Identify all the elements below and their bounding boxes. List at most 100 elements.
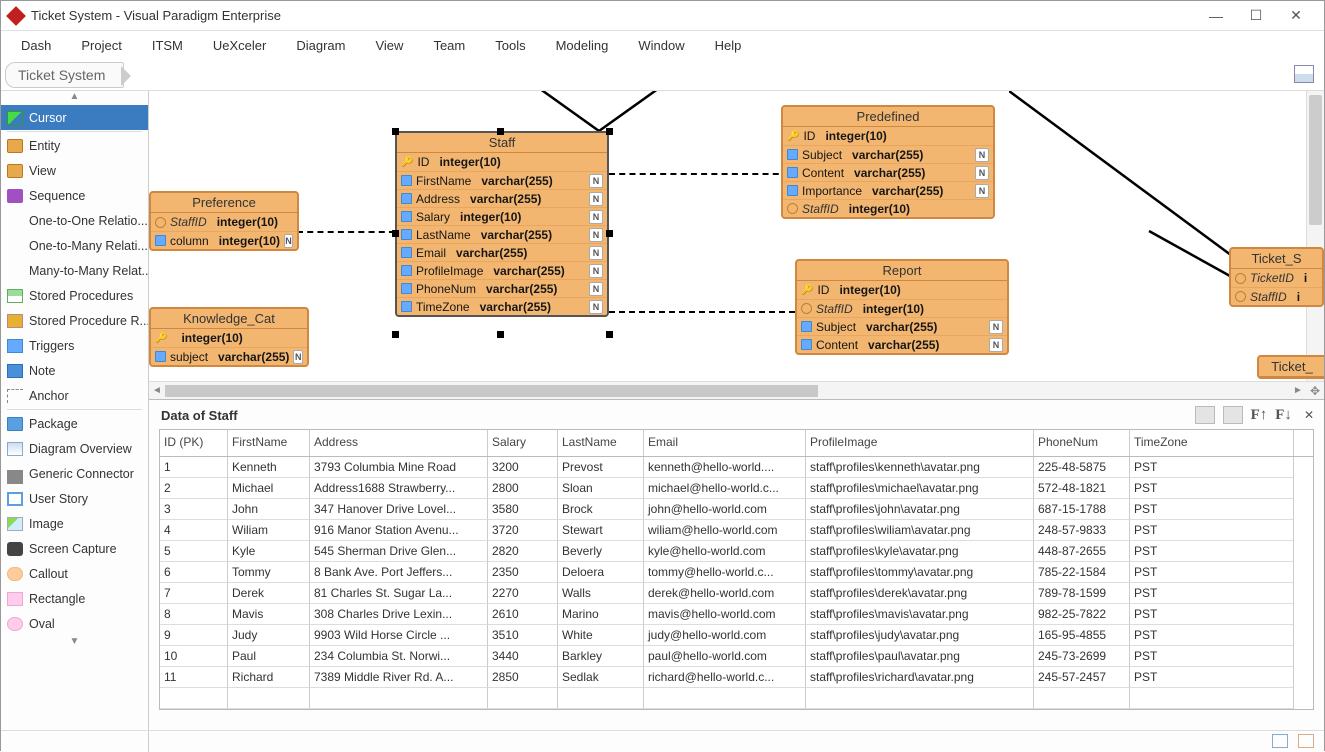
table-row[interactable]: 7Derek81 Charles St. Sugar La...2270Wall…	[160, 583, 1313, 604]
column-row[interactable]: LastNamevarchar(255)N	[397, 225, 607, 243]
panel-close-button[interactable]: ✕	[1304, 408, 1314, 422]
column-row[interactable]: TicketIDi	[1231, 269, 1322, 287]
tool-user-story[interactable]: User Story	[1, 486, 148, 511]
column-row[interactable]: Contentvarchar(255)N	[783, 163, 993, 181]
tool-stored-procedures[interactable]: Stored Procedures	[1, 283, 148, 308]
sort-asc-button[interactable]: F↑	[1251, 407, 1268, 424]
column-row[interactable]: 🔑integer(10)	[151, 329, 307, 347]
column-header-timezone[interactable]: TimeZone	[1130, 430, 1294, 456]
tool-note[interactable]: Note	[1, 358, 148, 383]
table-row[interactable]: 6Tommy8 Bank Ave. Port Jeffers...2350Del…	[160, 562, 1313, 583]
table-row[interactable]: 3John347 Hanover Drive Lovel...3580Brock…	[160, 499, 1313, 520]
column-header-profileimage[interactable]: ProfileImage	[806, 430, 1034, 456]
entity-ticket-s[interactable]: Ticket_S TicketIDiStaffIDi	[1229, 247, 1324, 307]
table-row[interactable]: 10Paul234 Columbia St. Norwi...3440Barkl…	[160, 646, 1313, 667]
column-row[interactable]: 🔑IDinteger(10)	[397, 153, 607, 171]
column-header-lastname[interactable]: LastName	[558, 430, 644, 456]
entity-staff[interactable]: Staff 🔑IDinteger(10)FirstNamevarchar(255…	[395, 131, 609, 317]
entity-ticket-partial[interactable]: Ticket_	[1257, 355, 1324, 379]
entity-knowledge-cat[interactable]: Knowledge_Cat 🔑integer(10)subjectvarchar…	[149, 307, 309, 367]
data-grid[interactable]: ID (PK)FirstNameAddressSalaryLastNameEma…	[159, 429, 1314, 710]
table-row[interactable]: 8Mavis308 Charles Drive Lexin...2610Mari…	[160, 604, 1313, 625]
table-row-empty[interactable]	[160, 688, 1313, 709]
column-row[interactable]: StaffIDinteger(10)	[783, 199, 993, 217]
column-row[interactable]: StaffIDinteger(10)	[151, 213, 297, 231]
column-row[interactable]: 🔑IDinteger(10)	[797, 281, 1007, 299]
horizontal-scrollbar[interactable]: ◄ ► ✥	[149, 381, 1324, 399]
column-row[interactable]: subjectvarchar(255)N	[151, 347, 307, 365]
table-row[interactable]: 9Judy9903 Wild Horse Circle ...3510White…	[160, 625, 1313, 646]
data-search-icon[interactable]	[1223, 406, 1243, 424]
entity-preference[interactable]: Preference StaffIDinteger(10)columninteg…	[149, 191, 299, 251]
diagram-canvas[interactable]: Preference StaffIDinteger(10)columninteg…	[149, 91, 1324, 381]
column-row[interactable]: Importancevarchar(255)N	[783, 181, 993, 199]
column-row[interactable]: PhoneNumvarchar(255)N	[397, 279, 607, 297]
menu-diagram[interactable]: Diagram	[296, 38, 345, 53]
table-row[interactable]: 2MichaelAddress1688 Strawberry...2800Slo…	[160, 478, 1313, 499]
column-header-phonenum[interactable]: PhoneNum	[1034, 430, 1130, 456]
doc-icon[interactable]	[1298, 734, 1314, 748]
column-row[interactable]: Salaryinteger(10)N	[397, 207, 607, 225]
tool-screen-capture[interactable]: Screen Capture	[1, 536, 148, 561]
entity-report[interactable]: Report 🔑IDinteger(10)StaffIDinteger(10)S…	[795, 259, 1009, 355]
breadcrumb-item[interactable]: Ticket System	[5, 62, 124, 88]
table-row[interactable]: 4Wiliam916 Manor Station Avenu...3720Ste…	[160, 520, 1313, 541]
menu-uexceler[interactable]: UeXceler	[213, 38, 266, 53]
tool-image[interactable]: Image	[1, 511, 148, 536]
column-row[interactable]: TimeZonevarchar(255)N	[397, 297, 607, 315]
column-row[interactable]: 🔑IDinteger(10)	[783, 127, 993, 145]
tool-triggers[interactable]: Triggers	[1, 333, 148, 358]
maximize-button[interactable]: ☐	[1236, 7, 1276, 24]
menu-team[interactable]: Team	[433, 38, 465, 53]
tool-cursor[interactable]: Cursor	[1, 105, 148, 130]
menu-help[interactable]: Help	[715, 38, 742, 53]
column-row[interactable]: Emailvarchar(255)N	[397, 243, 607, 261]
column-row[interactable]: Subjectvarchar(255)N	[783, 145, 993, 163]
menu-tools[interactable]: Tools	[495, 38, 525, 53]
column-header-idpk[interactable]: ID (PK)	[160, 430, 228, 456]
perspective-icon[interactable]	[1294, 65, 1314, 83]
tool-one-to-one-relatio-[interactable]: One-to-One Relatio...	[1, 208, 148, 233]
mail-icon[interactable]	[1272, 734, 1288, 748]
sort-desc-button[interactable]: F↓	[1275, 407, 1292, 424]
tool-callout[interactable]: Callout	[1, 561, 148, 586]
column-row[interactable]: ProfileImagevarchar(255)N	[397, 261, 607, 279]
column-row[interactable]: Subjectvarchar(255)N	[797, 317, 1007, 335]
column-header-address[interactable]: Address	[310, 430, 488, 456]
tool-one-to-many-relati-[interactable]: One-to-Many Relati...	[1, 233, 148, 258]
menu-modeling[interactable]: Modeling	[556, 38, 609, 53]
menu-dash[interactable]: Dash	[21, 38, 51, 53]
close-button[interactable]: ✕	[1276, 7, 1316, 24]
column-row[interactable]: Addressvarchar(255)N	[397, 189, 607, 207]
column-header-salary[interactable]: Salary	[488, 430, 558, 456]
data-tool-icon[interactable]	[1195, 406, 1215, 424]
tool-many-to-many-relat-[interactable]: Many-to-Many Relat...	[1, 258, 148, 283]
column-row[interactable]: columninteger(10)N	[151, 231, 297, 249]
tool-view[interactable]: View	[1, 158, 148, 183]
tool-generic-connector[interactable]: Generic Connector	[1, 461, 148, 486]
table-row[interactable]: 1Kenneth3793 Columbia Mine Road3200Prevo…	[160, 457, 1313, 478]
entity-predefined[interactable]: Predefined 🔑IDinteger(10)Subjectvarchar(…	[781, 105, 995, 219]
table-row[interactable]: 11Richard7389 Middle River Rd. A...2850S…	[160, 667, 1313, 688]
tool-sequence[interactable]: Sequence	[1, 183, 148, 208]
column-row[interactable]: FirstNamevarchar(255)N	[397, 171, 607, 189]
column-row[interactable]: Contentvarchar(255)N	[797, 335, 1007, 353]
tool-oval[interactable]: Oval	[1, 611, 148, 636]
menu-view[interactable]: View	[375, 38, 403, 53]
menu-window[interactable]: Window	[638, 38, 684, 53]
column-row[interactable]: StaffIDinteger(10)	[797, 299, 1007, 317]
pan-grip-icon[interactable]: ✥	[1306, 384, 1324, 398]
menu-itsm[interactable]: ITSM	[152, 38, 183, 53]
tool-stored-procedure-r-[interactable]: Stored Procedure R...	[1, 308, 148, 333]
column-row[interactable]: StaffIDi	[1231, 287, 1322, 305]
column-header-email[interactable]: Email	[644, 430, 806, 456]
tool-rectangle[interactable]: Rectangle	[1, 586, 148, 611]
tool-package[interactable]: Package	[1, 411, 148, 436]
tool-anchor[interactable]: Anchor	[1, 383, 148, 408]
column-header-firstname[interactable]: FirstName	[228, 430, 310, 456]
menu-project[interactable]: Project	[81, 38, 121, 53]
table-row[interactable]: 5Kyle545 Sherman Drive Glen...2820Beverl…	[160, 541, 1313, 562]
minimize-button[interactable]: —	[1196, 8, 1236, 24]
tool-entity[interactable]: Entity	[1, 133, 148, 158]
tool-diagram-overview[interactable]: Diagram Overview	[1, 436, 148, 461]
